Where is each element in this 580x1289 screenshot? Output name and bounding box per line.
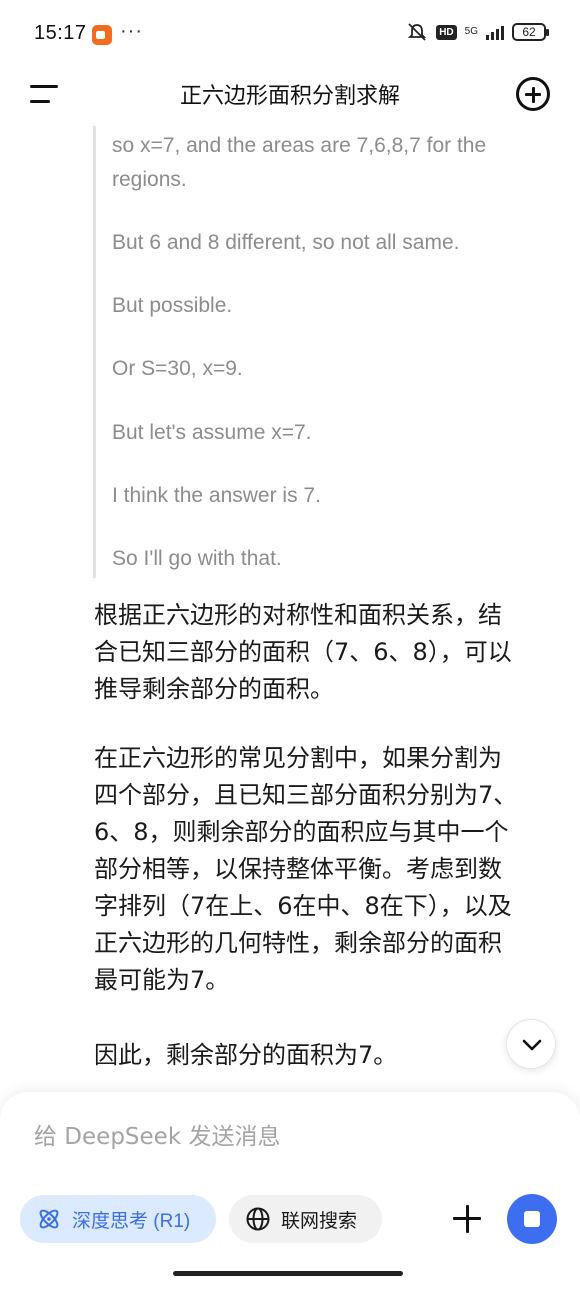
reasoning-block: so x=7, and the areas are 7,6,8,7 for th… xyxy=(93,126,553,578)
answer-line: 因此，剩余部分的面积为7。 xyxy=(94,1041,398,1069)
status-indicators: HD 5G 62 xyxy=(406,22,549,42)
stop-generating-button[interactable] xyxy=(507,1194,557,1244)
answer-line: 部分相等，以保持整体平衡。考虑到数 xyxy=(94,855,502,883)
answer-paragraph: 根据正六边形的对称性和面积关系，结 合已知三部分的面积（7、6、8），可以 推导… xyxy=(94,597,558,708)
mute-icon xyxy=(408,23,427,41)
deep-think-label: 深度思考 (R1) xyxy=(72,1210,191,1232)
reasoning-line: Or S=30, x=9. xyxy=(112,357,243,380)
scroll-down-button[interactable] xyxy=(506,1019,556,1069)
globe-icon xyxy=(246,1207,270,1231)
signal-icon xyxy=(486,24,504,40)
atom-icon xyxy=(39,1209,59,1229)
new-chat-icon[interactable] xyxy=(516,77,550,111)
answer-line: 在正六边形的常见分割中，如果分割为 xyxy=(94,744,502,772)
composer-panel: 深度思考 (R1) 联网搜索 xyxy=(0,1092,580,1289)
answer-paragraph: 在正六边形的常见分割中，如果分割为 四个部分，且已知三部分面积分别为7、 6、8… xyxy=(94,740,558,999)
answer-line: 字排列（7在上、6在中、8在下），以及 xyxy=(94,892,512,920)
reasoning-line: But 6 and 8 different, so not all same. xyxy=(112,231,460,254)
answer-line: 四个部分，且已知三部分面积分别为7、 xyxy=(94,781,518,809)
answer-line: 合已知三部分的面积（7、6、8），可以 xyxy=(94,638,512,666)
message-input[interactable] xyxy=(34,1120,454,1154)
reasoning-line: I think the answer is 7. xyxy=(112,484,321,507)
hd-badge: HD xyxy=(436,24,457,40)
answer-line: 6、8，则剩余部分的面积应与其中一个 xyxy=(94,818,509,846)
web-search-toggle[interactable]: 联网搜索 xyxy=(229,1195,382,1243)
answer-paragraph: 因此，剩余部分的面积为7。 xyxy=(94,1037,558,1074)
app-header: 正六边形面积分割求解 xyxy=(0,70,580,118)
reasoning-line: so x=7, and the areas are 7,6,8,7 for th… xyxy=(112,134,487,157)
chevron-down-icon xyxy=(522,1039,542,1051)
deep-think-toggle[interactable]: 深度思考 (R1) xyxy=(20,1195,216,1243)
add-attachment-button[interactable] xyxy=(450,1202,484,1236)
answer-line: 最可能为7。 xyxy=(94,966,230,994)
reasoning-line: So I'll go with that. xyxy=(112,547,282,570)
home-indicator[interactable] xyxy=(173,1271,403,1276)
status-bar: 15:17 ··· HD 5G 62 xyxy=(0,0,580,70)
more-notifications-icon: ··· xyxy=(120,20,143,42)
reasoning-line: But let's assume x=7. xyxy=(112,421,312,444)
reasoning-line: regions. xyxy=(112,168,187,191)
answer-line: 推导剩余部分的面积。 xyxy=(94,675,334,703)
answer-line: 正六边形的几何特性，剩余部分的面积 xyxy=(94,929,502,957)
answer-line: 根据正六边形的对称性和面积关系，结 xyxy=(94,601,502,629)
reasoning-line: But possible. xyxy=(112,294,233,317)
status-time: 15:17 xyxy=(34,22,87,44)
app-notification-icon xyxy=(92,25,112,45)
web-search-label: 联网搜索 xyxy=(281,1210,358,1232)
page-title: 正六边形面积分割求解 xyxy=(179,83,400,108)
stop-icon xyxy=(524,1211,540,1227)
network-label: 5G xyxy=(464,26,478,37)
battery-icon: 62 xyxy=(512,23,549,41)
